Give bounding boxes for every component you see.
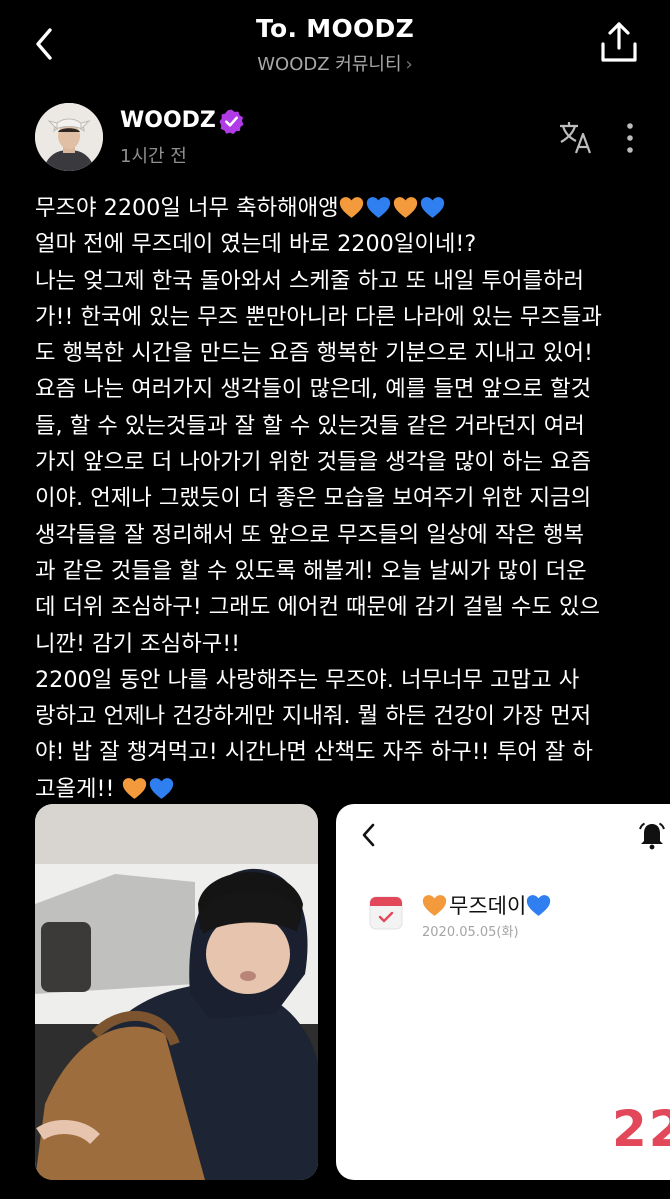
more-vertical-icon (627, 123, 633, 153)
post-line: 과 같은 것들을 할 수 있도록 해볼게! 오늘 날씨가 많이 더운 (35, 557, 587, 584)
post-line: 들, 할 수 있는것들과 잘 할 수 있는것들 같은 거라던지 여러 (35, 412, 585, 439)
selfie-photo (35, 804, 318, 1180)
post-line: 얼마 전에 무즈데이 였는데 바로 2200일이네!? (35, 231, 477, 258)
attached-photo[interactable] (35, 804, 318, 1180)
calendar-back-icon (358, 820, 380, 850)
heart-emojis (122, 776, 176, 802)
heart-emoji (422, 894, 449, 918)
calendar-big-number: 22 (612, 1100, 670, 1158)
translate-icon (560, 122, 592, 154)
calendar-event-title: 무즈데이 (422, 890, 553, 920)
blue-heart-icon (420, 197, 444, 218)
verified-badge-icon (218, 108, 245, 135)
post-line: 도 행복한 시간을 만드는 요즘 행복한 기분으로 지내고 있어! (35, 340, 593, 367)
translate-button[interactable] (558, 119, 594, 155)
calendar-icon (369, 894, 403, 930)
attached-calendar-screenshot[interactable]: 무즈데이 2020.05.05(화) 22 (336, 804, 670, 1180)
post-detail-screen: To. MOODZ WOODZ 커뮤니티 › WOODZ 1시간 전 무즈야 2… (0, 0, 670, 1199)
orange-heart-icon (339, 197, 363, 218)
orange-heart-icon (422, 895, 447, 916)
community-name: WOODZ 커뮤니티 (257, 54, 402, 75)
calendar-event-date: 2020.05.05(화) (422, 925, 519, 940)
post-timestamp: 1시간 전 (120, 146, 187, 167)
post-line: 요즘 나는 여러가지 생각들이 많은데, 예를 들면 앞으로 할것 (35, 376, 592, 403)
post-body: 무즈야 2200일 너무 축하해애앵 얼마 전에 무즈데이 였는데 바로 220… (35, 190, 649, 807)
post-line: 고올게!! (35, 771, 649, 807)
post-line: 가지 앞으로 더 나아가기 위한 것들을 생각을 많이 하는 요즘 (35, 449, 592, 476)
post-line: 무즈야 2200일 너무 축하해애앵 (35, 190, 649, 226)
post-line: 야! 밥 잘 챙겨먹고! 시간나면 산책도 자주 하구!! 투어 잘 하 (35, 739, 593, 766)
orange-heart-icon (122, 777, 146, 799)
blue-heart-icon (149, 777, 173, 799)
post-line: 생각들을 잘 정리해서 또 앞으로 무즈들의 일상에 작은 행복 (35, 521, 585, 548)
post-line: 이야. 언제나 그랬듯이 더 좋은 모습을 보여주기 위한 지금의 (35, 485, 592, 512)
author-name[interactable]: WOODZ (120, 108, 216, 133)
orange-heart-icon (393, 197, 417, 218)
avatar-photo (35, 103, 103, 171)
heart-emojis (339, 195, 447, 221)
heart-emoji (526, 894, 553, 918)
post-line: 가!! 한국에 있는 무즈 뿐만아니라 다른 나라에 있는 무즈들과 (35, 303, 602, 330)
more-options-button[interactable] (620, 122, 640, 154)
post-line: 랑하고 언제나 건강하게만 지내줘. 뭘 하든 건강이 가장 먼저 (35, 703, 592, 730)
page-title: To. MOODZ (255, 14, 415, 43)
post-line: 데 더위 조심하구! 그래도 에어컨 때문에 감기 걸릴 수도 있으 (35, 594, 601, 621)
blue-heart-icon (527, 895, 551, 916)
chevron-right-icon: › (405, 54, 413, 75)
community-link[interactable]: WOODZ 커뮤니티 › (0, 50, 670, 76)
post-line: 나는 엊그제 한국 돌아와서 스케줄 하고 또 내일 투어를하러 (35, 267, 585, 294)
post-line: 니깐! 감기 조심하구!! (35, 630, 241, 657)
post-line: 2200일 동안 나를 사랑해주는 무즈야. 너무너무 고맙고 사 (35, 666, 580, 693)
share-button[interactable] (598, 20, 640, 66)
bell-icon (638, 820, 666, 850)
blue-heart-icon (366, 197, 390, 218)
share-icon (601, 22, 637, 62)
avatar[interactable] (35, 103, 103, 171)
